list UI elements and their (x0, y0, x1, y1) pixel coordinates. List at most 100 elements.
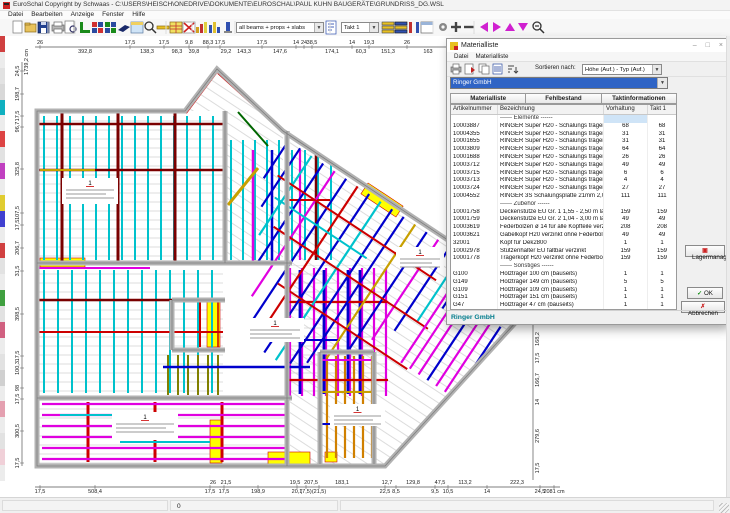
color-palette-strip[interactable] (0, 36, 5, 481)
export-icon[interactable] (465, 64, 475, 74)
palette-color[interactable] (0, 370, 5, 386)
panel-grid-green-icon[interactable] (105, 22, 116, 33)
column-icon[interactable] (224, 22, 232, 33)
table-row[interactable]: G100Holzträger 100 cm (bauseits)11 (451, 271, 676, 279)
palette-color[interactable] (0, 401, 5, 417)
dialog-menu-materialliste[interactable]: Materialliste (475, 52, 508, 61)
table-row[interactable]: 10003715RINGER Super H20 - Schalungs trä… (451, 170, 676, 178)
lagermanager-button[interactable]: ▣ Lagermanager (685, 245, 725, 257)
palette-color[interactable] (0, 322, 5, 338)
dialog-title-bar[interactable]: Materialliste – □ × (447, 39, 726, 53)
menu-hilfe[interactable]: Hilfe (132, 11, 145, 19)
table-row[interactable]: G151Holzträger 151 cm (bauseits)11 (451, 294, 676, 302)
section-row[interactable]: ------ Sonstiges ------ (451, 263, 676, 271)
sort-icon[interactable] (508, 66, 518, 73)
palette-color[interactable] (0, 306, 5, 322)
zoom-in-plus-icon[interactable] (451, 22, 461, 32)
palette-color[interactable] (0, 147, 5, 163)
table-row[interactable]: G149Holzträger 149 cm (bauseits)55 (451, 279, 676, 287)
wall-tool-icon[interactable] (80, 22, 90, 33)
table-row[interactable]: 10001778Trägerkopf H20 verzinkt ohne Fed… (451, 255, 676, 263)
zoom-all-icon[interactable] (533, 22, 544, 33)
print-icon[interactable] (52, 22, 64, 33)
table-row[interactable]: 10004552RINGER 3S Schalungsplatte 21mm 2… (451, 193, 676, 201)
palette-color[interactable] (0, 449, 5, 465)
palette-color[interactable] (0, 68, 5, 84)
company-combo[interactable]: Ringer GmbH ▼ (450, 77, 668, 89)
palette-color[interactable] (0, 36, 5, 52)
table-yellow-icon[interactable] (170, 22, 182, 33)
minimize-icon[interactable]: – (693, 39, 697, 52)
chart-bars-icon[interactable] (196, 22, 207, 33)
table-row[interactable]: 10003887RINGER Super H20 - Schalungs trä… (451, 123, 676, 131)
table-row[interactable]: 10004355RINGER Super H20 - Schalungs trä… (451, 131, 676, 139)
col-artikelnummer[interactable]: Artikelnummer (451, 105, 498, 114)
props-icon[interactable] (409, 22, 419, 33)
menu-anzeige[interactable]: Anzeige (71, 11, 95, 19)
palette-color[interactable] (0, 433, 5, 449)
takt-combo[interactable]: Takt 1 ▼ (341, 22, 379, 33)
pan-right-icon[interactable] (493, 22, 501, 32)
resize-grip[interactable] (719, 503, 729, 513)
palette-color[interactable] (0, 131, 5, 147)
palette-color[interactable] (0, 274, 5, 290)
yellow-beam-icon[interactable] (157, 26, 169, 29)
section-row[interactable]: ------ Elemente ------ (451, 115, 676, 123)
open-folder-icon[interactable] (25, 23, 36, 32)
palette-color[interactable] (0, 227, 5, 243)
palette-color[interactable] (0, 290, 5, 306)
table-row[interactable]: 10003619Federbolzen ø 14 für alle Kopfte… (451, 224, 676, 232)
ok-button[interactable]: ✓ OK (687, 287, 723, 299)
col-bezeichnung[interactable]: Bezeichnung (498, 105, 604, 114)
chevron-down-icon[interactable]: ▼ (657, 78, 667, 88)
panel-grid-red-icon[interactable] (92, 22, 103, 33)
table-row[interactable]: 32001Kopf für Dek280011 (451, 240, 676, 248)
palette-color[interactable] (0, 179, 5, 195)
table-row[interactable]: 10003621Gabelkopf H20 verzinkt ohne Fede… (451, 232, 676, 240)
col-takt1[interactable]: Takt 1 (648, 105, 676, 114)
palette-color[interactable] (0, 195, 5, 211)
dialog-window-icon[interactable] (421, 22, 433, 33)
section-row[interactable]: ------ Zubehör ------ (451, 201, 676, 209)
beams-blue-icon[interactable] (395, 22, 407, 33)
table-row[interactable]: 10001655RINGER Super H20 - Schalungs trä… (451, 138, 676, 146)
table-row[interactable]: 10003712RINGER Super H20 - Schalungs trä… (451, 162, 676, 170)
menu-datei[interactable]: Datei (8, 11, 23, 19)
maximize-icon[interactable]: □ (706, 39, 710, 52)
table-row[interactable]: 10001759Deckenstütze EU Gr. 2 1,04 - 3,0… (451, 216, 676, 224)
menu-fenster[interactable]: Fenster (102, 11, 124, 19)
palette-color[interactable] (0, 417, 5, 433)
copy-icon[interactable] (479, 64, 489, 74)
table-row[interactable]: 10003724RINGER Super H20 - Schalungs trä… (451, 185, 676, 193)
slab-icon[interactable] (118, 25, 130, 32)
tab-materialliste[interactable]: Materialliste (450, 93, 526, 104)
table-row[interactable]: 10002978Stützenhalter EU faltbar verzink… (451, 248, 676, 256)
beams-yellow-icon[interactable] (382, 22, 394, 33)
palette-color[interactable] (0, 386, 5, 402)
table-row[interactable]: 10003713RINGER Super H20 - Schalungs trä… (451, 177, 676, 185)
palette-color[interactable] (0, 258, 5, 274)
chevron-down-icon[interactable]: ▼ (369, 23, 378, 32)
window-icon[interactable] (131, 22, 143, 33)
table-delete-icon[interactable] (183, 22, 195, 33)
pan-up-icon[interactable] (505, 23, 515, 31)
table-row[interactable]: G47Holzträger 47 cm (bauseits)11 (451, 302, 676, 310)
chevron-down-icon[interactable]: ▼ (652, 65, 661, 74)
tab-fehlbestand[interactable]: Fehlbestand (526, 93, 601, 104)
zoom-icon[interactable] (145, 22, 156, 33)
print-icon[interactable] (451, 64, 461, 74)
chevron-down-icon[interactable]: ▼ (314, 23, 323, 32)
tab-taktinformationen[interactable]: Taktinformationen (602, 93, 677, 104)
palette-color[interactable] (0, 465, 5, 481)
palette-color[interactable] (0, 84, 5, 100)
table-row[interactable]: 10001758Deckenstütze EU Gr. 1 1,55 - 2,5… (451, 209, 676, 217)
palette-color[interactable] (0, 100, 5, 116)
save-icon[interactable] (38, 22, 49, 33)
close-icon[interactable]: × (719, 39, 723, 52)
palette-color[interactable] (0, 243, 5, 259)
pan-left-icon[interactable] (480, 22, 488, 32)
print-preview-icon[interactable] (65, 21, 76, 33)
col-vorhaltung[interactable]: Vorhaltung (604, 105, 648, 114)
pan-down-icon[interactable] (518, 23, 528, 31)
palette-color[interactable] (0, 163, 5, 179)
